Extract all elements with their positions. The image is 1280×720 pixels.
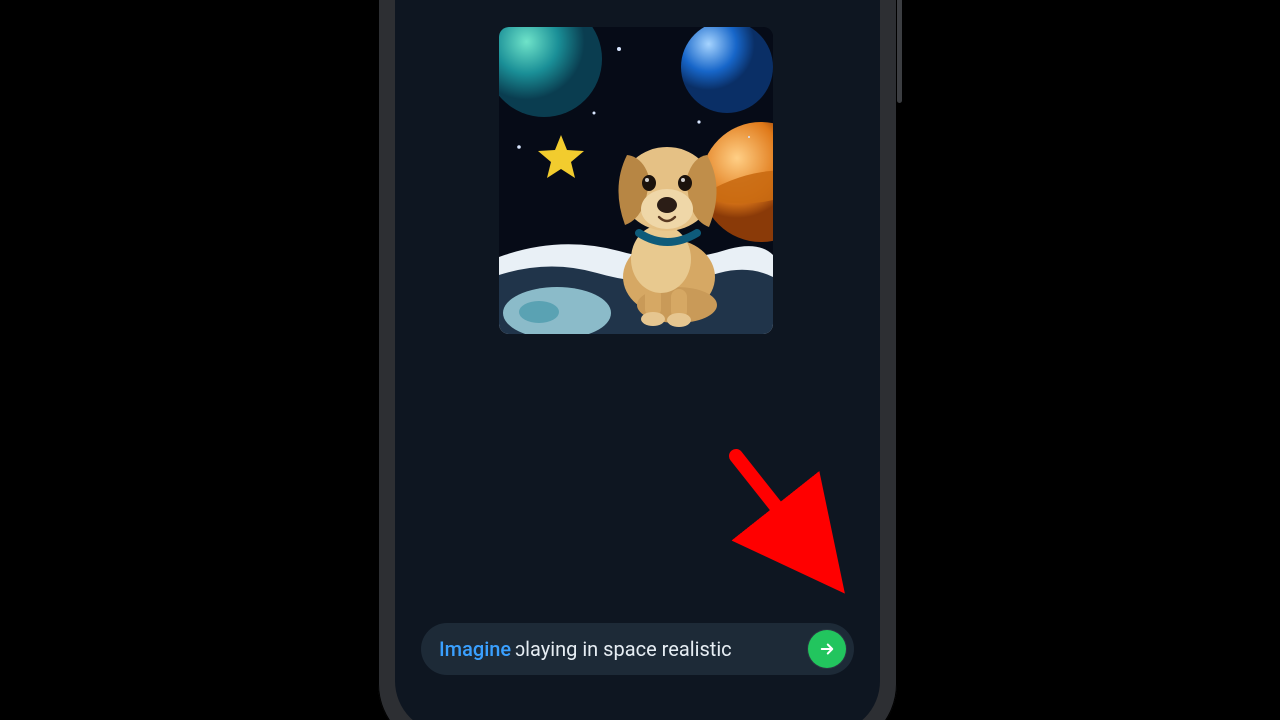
phone-screen: Imagine ɔlaying in space realistic: [395, 0, 880, 720]
prompt-text: ɔlaying in space realistic: [515, 637, 732, 662]
puppy-space-illustration-icon: [499, 27, 773, 334]
imagine-command-chip: Imagine: [439, 637, 511, 661]
prompt-input-bar[interactable]: Imagine ɔlaying in space realistic: [421, 623, 854, 675]
arrow-right-icon: [818, 640, 836, 658]
phone-side-button: [897, 0, 902, 103]
send-button[interactable]: [808, 630, 846, 668]
stage: Imagine ɔlaying in space realistic: [0, 0, 1280, 720]
phone-frame: Imagine ɔlaying in space realistic: [378, 0, 897, 720]
generated-image[interactable]: [499, 27, 773, 334]
